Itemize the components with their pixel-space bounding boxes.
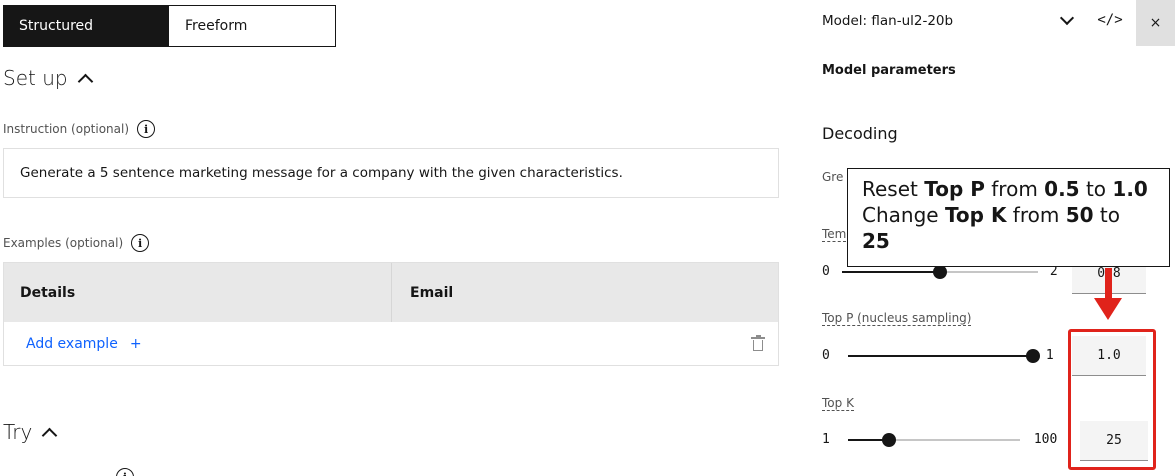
examples-label: Examples (optional) [3, 236, 124, 250]
top-p-slider-thumb[interactable] [1025, 348, 1040, 363]
examples-table: Details Email Add example + [3, 262, 779, 366]
trash-icon[interactable] [751, 335, 765, 351]
callout-line-1: Reset Top P from 0.5 to 1.0 [862, 177, 1148, 201]
top-p-min: 0 [822, 348, 830, 363]
decoding-label: Decoding [822, 124, 898, 143]
instruction-label-row: Instruction (optional) i [3, 120, 156, 138]
setup-title: Set up [3, 66, 68, 90]
top-p-slider-row: 0 1 [822, 348, 1054, 363]
model-select[interactable]: Model: flan-ul2-20b [822, 0, 1082, 42]
annotation-arrow-shaft [1105, 268, 1112, 300]
top-k-slider-row: 1 100 [822, 432, 1057, 447]
top-p-slider-fill [847, 354, 1033, 357]
info-icon[interactable]: i [116, 468, 134, 476]
panel-title: Model parameters [822, 63, 956, 78]
callout-line-2: Change Top K from 50 to [862, 203, 1120, 227]
tab-freeform[interactable]: Freeform [169, 5, 336, 47]
table-row: Add example + [4, 322, 778, 365]
top-k-slider[interactable] [847, 432, 1020, 447]
info-icon[interactable]: i [131, 234, 150, 252]
model-label: Model: flan-ul2-20b [822, 13, 954, 29]
table-header: Details Email [4, 263, 778, 322]
column-header-details: Details [4, 263, 392, 322]
top-p-label: Top P (nucleus sampling) [822, 311, 972, 326]
temperature-slider-fill [841, 270, 940, 273]
chevron-up-icon[interactable] [42, 427, 58, 443]
top-p-slider[interactable] [847, 348, 1040, 363]
info-icon[interactable]: i [137, 120, 156, 138]
code-icon[interactable]: </> [1090, 8, 1130, 32]
try-section-header[interactable]: Try [3, 420, 58, 444]
temperature-slider[interactable] [841, 264, 1038, 279]
add-example-button[interactable]: Add example + [26, 336, 142, 352]
greedy-label: Gre [822, 170, 844, 184]
callout-line-3: 25 [862, 229, 890, 253]
instruction-label: Instruction (optional) [3, 122, 130, 136]
temperature-min: 0 [822, 264, 830, 279]
instruction-text: Generate a 5 sentence marketing message … [20, 165, 623, 181]
annotation-callout: Reset Top P from 0.5 to 1.0 Change Top K… [847, 168, 1170, 267]
setup-section-header[interactable]: Set up [3, 66, 93, 90]
chevron-down-icon [1059, 10, 1075, 26]
chevron-up-icon[interactable] [77, 73, 93, 89]
tab-structured[interactable]: Structured [3, 5, 169, 47]
top-k-max: 100 [1033, 432, 1058, 447]
close-icon[interactable]: × [1136, 0, 1175, 46]
top-k-slider-thumb[interactable] [882, 432, 897, 447]
add-example-label: Add example [26, 335, 118, 352]
mode-tabs: Structured Freeform [3, 5, 336, 47]
annotation-arrow-head [1094, 298, 1122, 320]
top-p-max: 1 [1045, 348, 1054, 363]
top-k-label: Top K [822, 396, 854, 411]
temperature-label: Tem [822, 227, 847, 242]
instruction-input[interactable]: Generate a 5 sentence marketing message … [3, 148, 779, 198]
top-k-min: 1 [822, 432, 830, 447]
examples-label-row: Examples (optional) i [3, 234, 150, 252]
annotation-highlight-box [1068, 329, 1156, 470]
plus-icon: + [129, 335, 142, 352]
try-title: Try [3, 420, 33, 444]
column-header-email: Email [410, 284, 454, 301]
